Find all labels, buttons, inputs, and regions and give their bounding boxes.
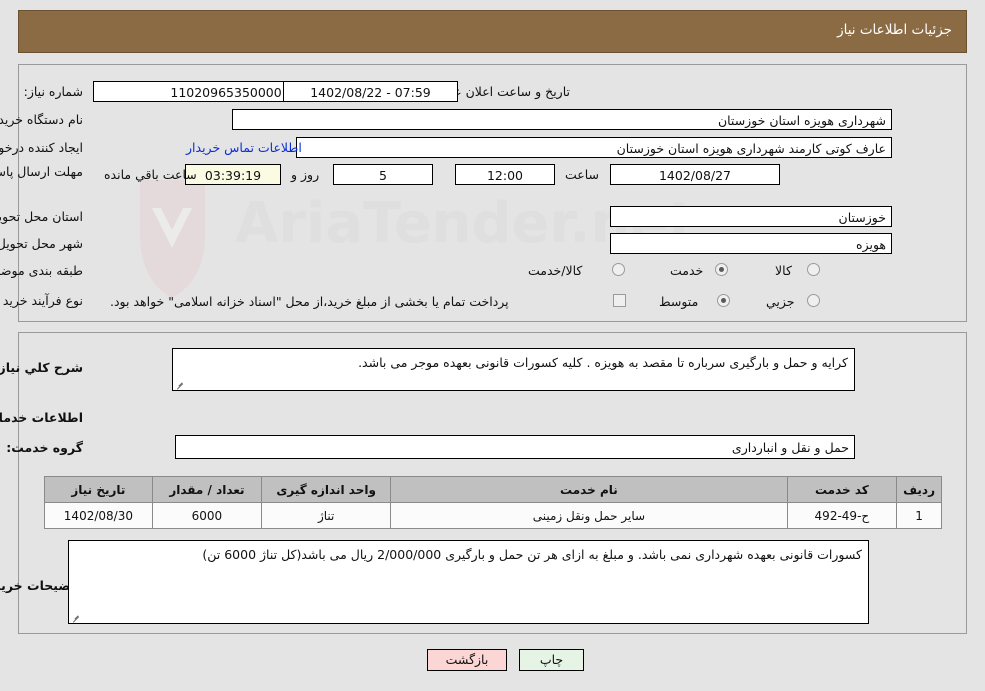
radio-category-kala-khedmat-label: کالا/خدمت <box>528 263 583 278</box>
buyer-contact-link[interactable]: اطلاعات تماس خریدار <box>186 140 302 155</box>
process-label: نوع فرآیند خرید : <box>0 293 83 308</box>
deadline-label: مهلت ارسال پاسخ: تا تاریخ: <box>0 164 83 180</box>
cell-service-code: ح-49-492 <box>786 502 898 529</box>
header-bar: جزئیات اطلاعات نیاز <box>18 10 967 53</box>
need-number-label: شماره نیاز: <box>23 84 83 99</box>
deadline-hour-label: ساعت <box>565 167 600 182</box>
radio-category-khedmat-label: خدمت <box>670 263 704 278</box>
col-unit: واحد اندازه گیری <box>261 476 392 503</box>
remaining-days-value: 5 <box>333 164 433 185</box>
radio-category-kala-label: کالا <box>775 263 792 278</box>
resize-grip-icon[interactable] <box>175 379 185 389</box>
checkbox-treasury-bonds[interactable] <box>613 294 626 307</box>
service-group-label: گروه خدمت: <box>6 440 83 455</box>
public-announce-value: 07:59 - 1402/08/22 <box>283 81 458 102</box>
back-button[interactable]: بازگشت <box>427 649 507 671</box>
cell-row: 1 <box>896 502 942 529</box>
radio-process-jozei-label: جزیي <box>766 294 795 309</box>
deadline-label-text: مهلت ارسال پاسخ: تا تاریخ: <box>0 164 83 179</box>
buyer-notes-textarea[interactable]: کسورات قانونی بعهده شهرداری نمی باشد. و … <box>68 540 869 624</box>
col-service-code: کد خدمت <box>786 476 898 503</box>
col-row: ردیف <box>896 476 942 503</box>
city-value: هویزه <box>610 233 892 254</box>
deadline-date-value: 1402/08/27 <box>610 164 780 185</box>
radio-process-motevaset-label: متوسط <box>659 294 699 309</box>
buyer-notes-value: کسورات قانونی بعهده شهرداری نمی باشد. و … <box>202 547 862 562</box>
need-info-panel <box>18 64 967 322</box>
cell-unit: تناژ <box>261 502 392 529</box>
deadline-time-value: 12:00 <box>455 164 555 185</box>
col-need-date: تاریخ نیاز <box>44 476 153 503</box>
radio-category-kala-khedmat[interactable] <box>612 263 625 276</box>
radio-process-motevaset[interactable] <box>717 294 730 307</box>
creator-label: ایجاد کننده درخواست: <box>0 140 83 155</box>
checkbox-treasury-bonds-label: پرداخت تمام یا بخشی از مبلغ خرید،از محل … <box>110 294 509 309</box>
service-group-value: حمل و نقل و انبارداری <box>175 435 855 459</box>
remaining-days-label: روز و <box>291 167 320 182</box>
cell-need-date: 1402/08/30 <box>44 502 153 529</box>
table-row: 1 ح-49-492 سایر حمل ونقل زمینی تناژ 6000… <box>44 502 942 529</box>
radio-category-khedmat[interactable] <box>715 263 728 276</box>
buyer-org-label: نام دستگاه خریدار: <box>0 112 83 127</box>
description-textarea[interactable]: کرایه و حمل و بارگیری سرباره تا مقصد به … <box>172 348 855 391</box>
cell-service-name: سایر حمل ونقل زمینی <box>390 502 788 529</box>
table-header-row: ردیف کد خدمت نام خدمت واحد اندازه گیری ت… <box>44 476 942 503</box>
city-label: شهر محل تحویل: <box>0 236 83 251</box>
countdown-label: ساعت باقي مانده <box>104 167 197 182</box>
print-button[interactable]: چاپ <box>519 649 584 671</box>
province-value: خوزستان <box>610 206 892 227</box>
buyer-org-value: شهرداری هویزه استان خوزستان <box>232 109 892 130</box>
countdown-value: 03:39:19 <box>185 164 281 185</box>
description-value: کرایه و حمل و بارگیری سرباره تا مقصد به … <box>358 355 848 370</box>
description-label: شرح کلي نیاز: <box>0 360 83 375</box>
creator-value: عارف کوتی کارمند شهرداری هویزه استان خوز… <box>296 137 892 158</box>
province-label: استان محل تحویل: <box>0 209 83 224</box>
radio-category-kala[interactable] <box>807 263 820 276</box>
page-title: جزئیات اطلاعات نیاز <box>837 22 952 38</box>
resize-grip-icon[interactable] <box>71 612 81 622</box>
page-root: AriaTender.net جزئیات اطلاعات نیاز شماره… <box>0 0 985 691</box>
services-section-title: اطلاعات خدمات مورد نیاز <box>0 410 83 425</box>
cell-quantity: 6000 <box>151 502 263 529</box>
col-service-name: نام خدمت <box>390 476 788 503</box>
col-quantity: تعداد / مقدار <box>151 476 263 503</box>
services-table: ردیف کد خدمت نام خدمت واحد اندازه گیری ت… <box>44 476 942 529</box>
category-label: طبقه بندی موضوعی: <box>0 263 83 278</box>
radio-process-jozei[interactable] <box>807 294 820 307</box>
